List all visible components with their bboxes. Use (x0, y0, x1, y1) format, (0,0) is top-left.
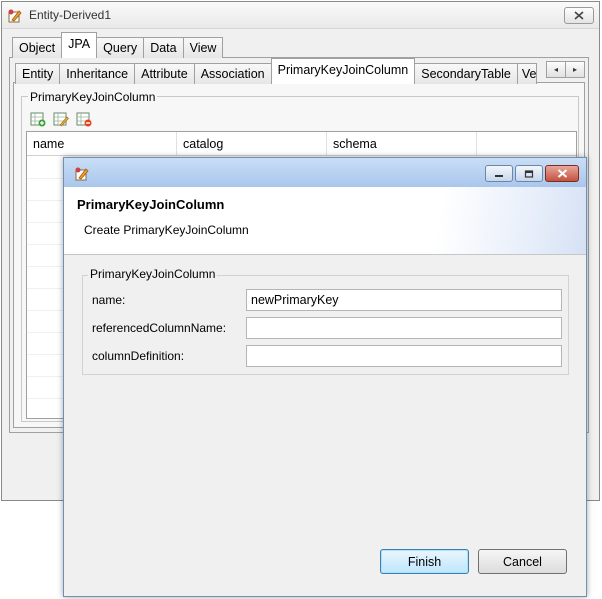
delete-row-icon[interactable] (76, 111, 92, 127)
header-decoration (406, 187, 586, 254)
column-header-schema[interactable]: schema (327, 132, 477, 155)
scroll-left-button[interactable]: ◂ (546, 61, 566, 78)
tab-attribute[interactable]: Attribute (134, 63, 195, 84)
minimize-icon (494, 167, 504, 181)
app-icon (74, 166, 90, 182)
window-controls (485, 165, 579, 182)
tab-inheritance[interactable]: Inheritance (59, 63, 136, 84)
tab-object[interactable]: Object (12, 37, 63, 58)
dialog-title: PrimaryKeyJoinColumn (77, 197, 225, 212)
column-definition-field[interactable] (246, 345, 562, 367)
name-field[interactable] (246, 289, 562, 311)
close-button[interactable] (545, 165, 579, 182)
referenced-column-name-field[interactable] (246, 317, 562, 339)
scroll-right-button[interactable]: ▸ (565, 61, 585, 78)
maximize-button[interactable] (515, 165, 543, 182)
tab-secondary-table[interactable]: SecondaryTable (414, 63, 518, 84)
dialog-header-banner: PrimaryKeyJoinColumn Create PrimaryKeyJo… (64, 187, 586, 255)
close-button[interactable] (564, 7, 594, 24)
tab-view-truncated[interactable]: Ve (516, 63, 537, 84)
tab-query[interactable]: Query (96, 37, 145, 58)
name-label: name: (92, 293, 126, 307)
outer-tab-bar: Object JPA Query Data View (12, 32, 224, 58)
column-definition-label: columnDefinition: (92, 349, 185, 363)
dialog-titlebar[interactable] (64, 158, 586, 187)
maximize-icon (524, 167, 534, 181)
tab-data[interactable]: Data (143, 37, 184, 58)
tab-scroll-buttons: ◂ ▸ (546, 61, 586, 78)
window-titlebar[interactable]: Entity-Derived1 (2, 2, 599, 29)
create-primary-key-join-column-dialog: PrimaryKeyJoinColumn Create PrimaryKeyJo… (63, 157, 587, 597)
group-label: PrimaryKeyJoinColumn (28, 90, 158, 104)
close-icon (557, 167, 568, 181)
table-toolbar (30, 111, 92, 127)
close-icon (574, 9, 584, 23)
tab-jpa[interactable]: JPA (61, 32, 98, 58)
column-header-name[interactable]: name (27, 132, 177, 155)
tab-view[interactable]: View (182, 37, 224, 58)
tab-association[interactable]: Association (193, 63, 272, 84)
minimize-button[interactable] (485, 165, 513, 182)
tab-primary-key-join-column[interactable]: PrimaryKeyJoinColumn (270, 58, 416, 84)
form-group-label: PrimaryKeyJoinColumn (88, 267, 218, 281)
table-header: name catalog schema (27, 132, 576, 156)
finish-button[interactable]: Finish (380, 549, 469, 574)
app-icon (7, 8, 23, 24)
tab-entity[interactable]: Entity (15, 63, 61, 84)
edit-row-icon[interactable] (53, 111, 69, 127)
add-row-icon[interactable] (30, 111, 46, 127)
chevron-left-icon: ◂ (553, 65, 558, 74)
chevron-right-icon: ▸ (572, 65, 577, 74)
window-title: Entity-Derived1 (29, 8, 112, 22)
dialog-subtitle: Create PrimaryKeyJoinColumn (84, 223, 249, 237)
referenced-column-name-label: referencedColumnName: (92, 321, 227, 335)
inner-tab-bar: Entity Inheritance Attribute Association… (15, 58, 537, 84)
column-header-catalog[interactable]: catalog (177, 132, 327, 155)
cancel-button[interactable]: Cancel (478, 549, 567, 574)
